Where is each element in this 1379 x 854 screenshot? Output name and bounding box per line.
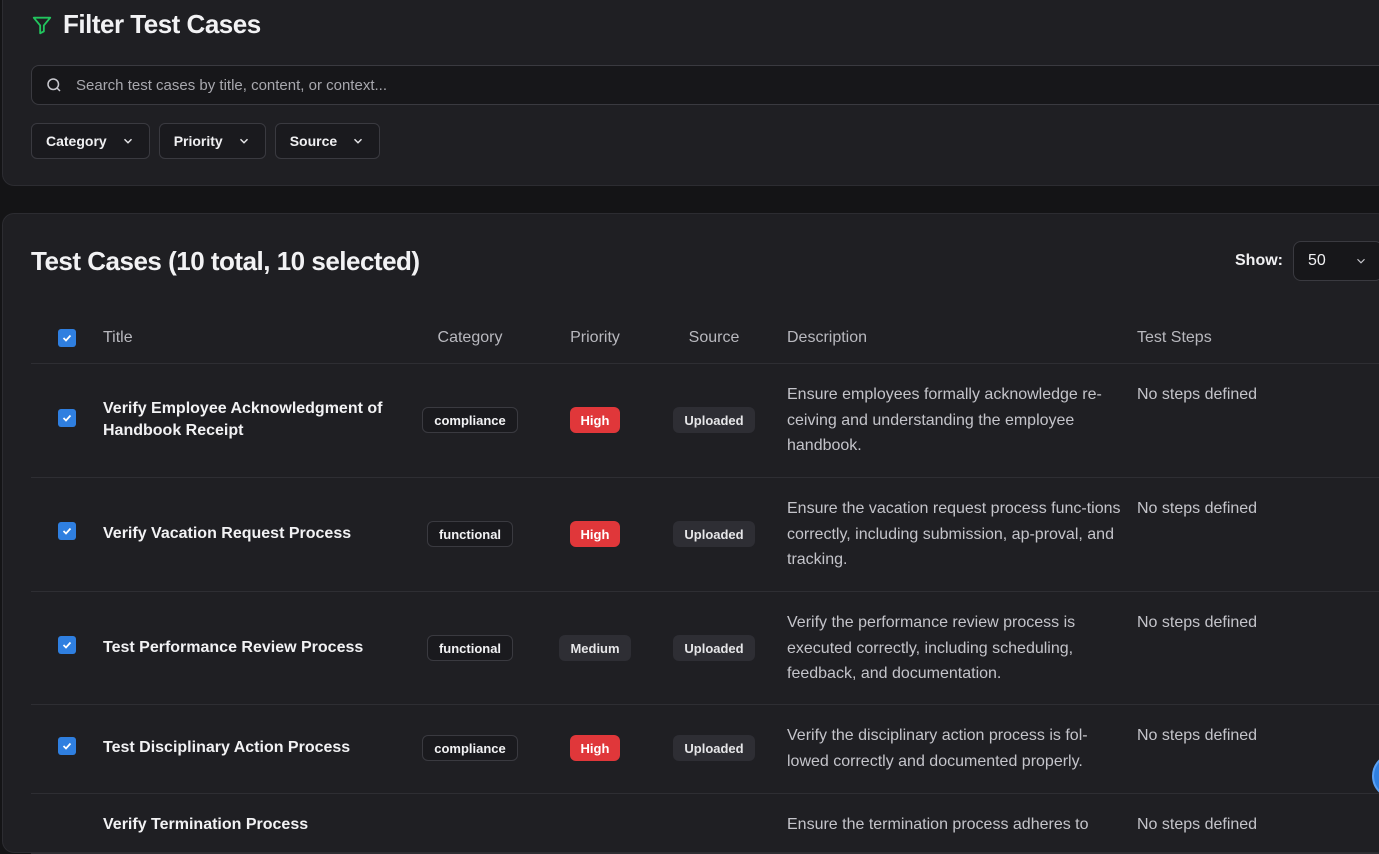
row-description: Verify the performance review process is…	[787, 614, 1076, 682]
row-test-steps: No steps defined	[1137, 816, 1258, 833]
test-cases-title: Test Cases (10 total, 10 selected)	[31, 246, 420, 276]
row-checkbox[interactable]	[58, 636, 76, 654]
category-dropdown[interactable]: Category	[31, 123, 150, 159]
row-title: Verify Termination Process	[103, 816, 309, 833]
search-icon	[32, 76, 76, 94]
row-description: Ensure employees formally acknowledge re…	[787, 386, 1102, 454]
table-row[interactable]: Verify Termination Process Ensure the te…	[31, 794, 1379, 854]
priority-dropdown[interactable]: Priority	[158, 123, 266, 159]
row-description: Verify the disciplinary action process i…	[787, 727, 1088, 770]
row-test-steps: No steps defined	[1137, 614, 1258, 631]
header-description[interactable]: Description	[767, 329, 1137, 347]
check-icon	[62, 527, 72, 535]
filter-title: Filter Test Cases	[63, 9, 261, 39]
source-dropdown-label: Source	[289, 133, 338, 149]
header-title[interactable]: Title	[103, 329, 411, 347]
category-badge: compliance	[422, 735, 518, 761]
priority-badge: High	[569, 521, 621, 547]
priority-badge: Medium	[559, 635, 631, 661]
search-input[interactable]	[76, 76, 1379, 94]
row-checkbox[interactable]	[58, 737, 76, 755]
row-title: Verify Vacation Request Process	[103, 525, 352, 542]
page-size-select[interactable]: 50	[1293, 241, 1379, 281]
row-description: Ensure the vacation request process func…	[787, 500, 1121, 568]
check-icon	[62, 742, 72, 750]
page-size-value: 50	[1308, 252, 1326, 269]
row-test-steps: No steps defined	[1137, 727, 1258, 744]
filter-heading: Filter Test Cases	[31, 9, 261, 40]
category-dropdown-label: Category	[46, 133, 107, 149]
table-row[interactable]: Test Performance Review Process function…	[31, 592, 1379, 705]
row-test-steps: No steps defined	[1137, 500, 1258, 517]
header-test-steps[interactable]: Test Steps	[1137, 329, 1377, 347]
table-row[interactable]: Verify Employee Acknowledgment of Handbo…	[31, 364, 1379, 478]
page-size-control: Show: 50	[1235, 241, 1379, 281]
row-title: Test Performance Review Process	[103, 639, 364, 656]
priority-badge: High	[569, 407, 621, 433]
check-icon	[62, 414, 72, 422]
category-badge: compliance	[422, 407, 518, 433]
table-header: Title Category Priority Source Descripti…	[31, 312, 1379, 364]
select-all-checkbox[interactable]	[58, 328, 76, 347]
row-title: Verify Employee Acknowledgment of Handbo…	[103, 400, 383, 439]
test-cases-panel: Test Cases (10 total, 10 selected) Show:…	[2, 213, 1379, 854]
table-row[interactable]: Verify Vacation Request Process function…	[31, 478, 1379, 592]
row-test-steps: No steps defined	[1137, 386, 1258, 403]
chevron-down-icon	[1357, 258, 1365, 264]
row-checkbox[interactable]	[58, 522, 76, 540]
check-icon	[62, 641, 72, 649]
chevron-down-icon	[354, 138, 363, 144]
show-label: Show:	[1235, 252, 1283, 269]
header-category[interactable]: Category	[411, 329, 529, 347]
source-dropdown[interactable]: Source	[274, 123, 381, 159]
chevron-down-icon	[123, 138, 132, 144]
category-badge: functional	[426, 635, 514, 661]
filter-icon	[32, 16, 52, 34]
priority-badge: High	[569, 735, 621, 761]
priority-dropdown-label: Priority	[173, 133, 223, 149]
row-description: Ensure the termination process adheres t…	[787, 816, 1089, 833]
search-field[interactable]	[31, 65, 1379, 105]
filter-panel: Filter Test Cases Category Priority Sour…	[2, 0, 1379, 186]
category-badge: functional	[426, 521, 514, 547]
source-badge: Uploaded	[673, 635, 755, 661]
check-icon	[62, 334, 72, 342]
source-badge: Uploaded	[673, 735, 755, 761]
header-source[interactable]: Source	[661, 329, 767, 347]
row-checkbox[interactable]	[58, 409, 76, 427]
source-badge: Uploaded	[673, 521, 755, 547]
chevron-down-icon	[239, 138, 248, 144]
header-priority[interactable]: Priority	[529, 329, 661, 347]
row-title: Test Disciplinary Action Process	[103, 739, 351, 756]
source-badge: Uploaded	[673, 407, 755, 433]
table-row[interactable]: Test Disciplinary Action Process complia…	[31, 705, 1379, 794]
test-cases-table: Title Category Priority Source Descripti…	[31, 312, 1379, 854]
